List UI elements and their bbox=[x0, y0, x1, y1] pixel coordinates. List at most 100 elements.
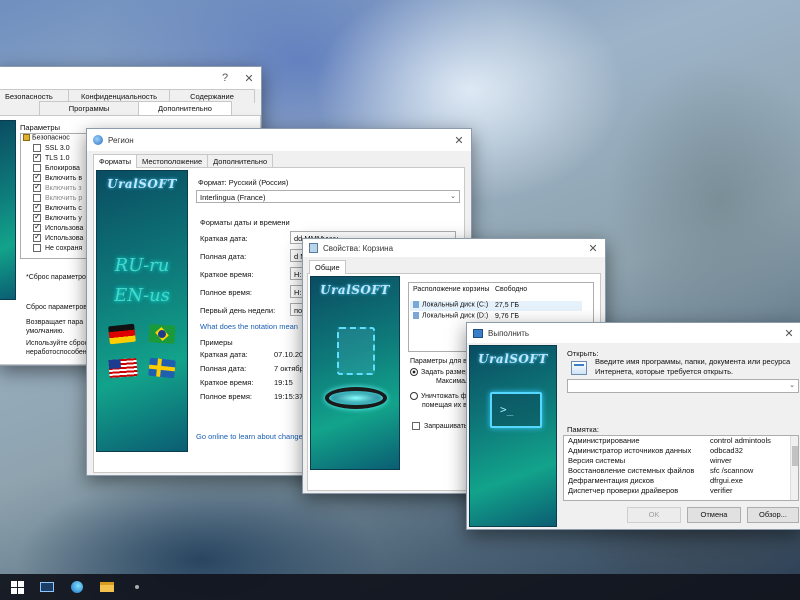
edge-icon[interactable] bbox=[62, 574, 92, 600]
radio-destroy[interactable]: Уничтожать ф bbox=[410, 392, 466, 400]
close-button[interactable]: ✕ bbox=[581, 242, 605, 255]
datetime-formats-label: Форматы даты и времени bbox=[200, 218, 290, 227]
list-item[interactable]: Локальный диск (D:) 9,76 ГБ bbox=[410, 312, 582, 322]
checkbox-enable-3[interactable] bbox=[33, 194, 41, 202]
tab-programs[interactable]: Программы bbox=[39, 101, 139, 115]
monitor-icon[interactable] bbox=[32, 574, 62, 600]
example-long-date-label: Полная дата: bbox=[200, 364, 247, 373]
checkbox-use-1[interactable] bbox=[33, 222, 41, 232]
radio-empty-icon[interactable] bbox=[410, 392, 418, 400]
scrollbar[interactable] bbox=[790, 436, 798, 500]
brazil-flag-icon bbox=[148, 324, 176, 344]
tab-formats[interactable]: Форматы bbox=[93, 154, 138, 168]
params-label: Параметры для вы bbox=[410, 358, 472, 365]
lock-icon bbox=[23, 134, 30, 141]
format-select[interactable]: Interlingua (France) ⌄ bbox=[196, 190, 460, 203]
tree-item[interactable]: Включить в bbox=[21, 172, 87, 184]
col-free[interactable]: Свободно bbox=[495, 286, 527, 293]
reset-title: Сброс параметров bbox=[26, 304, 87, 311]
checkbox-tls10[interactable] bbox=[33, 152, 41, 162]
list-item[interactable]: Дефрагментация дисков dfrgui.exe bbox=[564, 476, 798, 486]
browse-button[interactable]: Обзор... bbox=[747, 507, 799, 523]
list-item[interactable]: Администрирование control admintools bbox=[564, 436, 798, 446]
drive-icon bbox=[413, 312, 419, 319]
uralsoft-logo: UralSOFT bbox=[107, 177, 177, 191]
recycle-banner: UralSOFT bbox=[310, 276, 400, 470]
sweden-flag-icon bbox=[148, 357, 176, 379]
internet-options-titlebar[interactable]: ? ✕ bbox=[0, 67, 261, 89]
tree-item[interactable]: Не сохраня bbox=[21, 244, 87, 254]
list-item[interactable]: Версия системы winver bbox=[564, 456, 798, 466]
checkbox-enable-2[interactable] bbox=[33, 182, 41, 192]
example-short-time-label: Краткое время: bbox=[200, 378, 254, 387]
restart-note: *Сброс параметров bbox=[26, 274, 90, 281]
germany-flag-icon bbox=[108, 323, 136, 345]
confirm-checkbox[interactable]: Запрашивать п bbox=[412, 422, 473, 430]
ok-button[interactable]: OK bbox=[627, 507, 681, 523]
reset-desc-3: Используйте сброс bbox=[26, 340, 89, 347]
banner-text-en: EN-us bbox=[114, 285, 170, 306]
memo-label: Памятка: bbox=[567, 425, 599, 434]
taskbar bbox=[0, 574, 800, 600]
windows-start-icon[interactable] bbox=[2, 574, 32, 600]
tree-item[interactable]: Блокирова bbox=[21, 164, 87, 174]
close-button[interactable]: ✕ bbox=[777, 327, 800, 340]
close-button[interactable]: ✕ bbox=[237, 72, 261, 85]
example-long-date-value: 7 октябр bbox=[274, 364, 304, 373]
checkbox-block[interactable] bbox=[33, 164, 41, 172]
chevron-down-icon[interactable]: ⌄ bbox=[789, 381, 795, 389]
region-titlebar[interactable]: Регион ✕ bbox=[87, 129, 471, 151]
example-short-time-value: 19:15 bbox=[274, 378, 293, 387]
list-item[interactable]: Администратор источников данных odbcad32 bbox=[564, 446, 798, 456]
tree-item[interactable]: Использова bbox=[21, 232, 87, 244]
checkbox-enable-1[interactable] bbox=[33, 172, 41, 182]
examples-label: Примеры bbox=[200, 338, 233, 347]
list-item[interactable]: Восстановление системных файлов sfc /scan… bbox=[564, 466, 798, 476]
run-title: Выполнить bbox=[488, 328, 530, 338]
store-icon[interactable] bbox=[122, 574, 152, 600]
close-button[interactable]: ✕ bbox=[447, 134, 471, 147]
radio-set-size[interactable]: Задать размер bbox=[410, 368, 469, 376]
long-date-label: Полная дата: bbox=[200, 252, 247, 261]
destroy-desc: помещая их в к bbox=[422, 402, 472, 409]
online-link[interactable]: Go online to learn about change bbox=[196, 432, 303, 441]
checkbox-enable-4[interactable] bbox=[33, 202, 41, 212]
tree-item[interactable]: Включить с bbox=[21, 202, 87, 214]
file-explorer-icon[interactable] bbox=[92, 574, 122, 600]
example-long-time-label: Полное время: bbox=[200, 392, 252, 401]
format-label: Формат: Русский (Россия) bbox=[198, 178, 289, 187]
cancel-button[interactable]: Отмена bbox=[687, 507, 741, 523]
tree-item[interactable]: TLS 1.0 bbox=[21, 152, 87, 164]
checkbox-no-save[interactable] bbox=[33, 244, 41, 252]
checkbox-enable-5[interactable] bbox=[33, 212, 41, 222]
list-item[interactable]: Локальный диск (C:) 27,5 ГБ bbox=[410, 301, 582, 311]
tab-advanced[interactable]: Дополнительно bbox=[138, 101, 232, 115]
tree-item: Безопаснос bbox=[21, 134, 87, 144]
tab-location[interactable]: Местоположение bbox=[136, 154, 209, 168]
run-titlebar[interactable]: Выполнить ✕ bbox=[467, 323, 800, 343]
memo-list[interactable]: Администрирование control admintools Адми… bbox=[563, 435, 799, 501]
tab-general[interactable]: Общие bbox=[309, 260, 346, 274]
help-button[interactable]: ? bbox=[213, 72, 237, 84]
drive-icon bbox=[413, 301, 419, 308]
tree-item[interactable]: Использова bbox=[21, 222, 87, 234]
checkbox-use-2[interactable] bbox=[33, 232, 41, 242]
radio-selected-icon[interactable] bbox=[410, 368, 418, 376]
reset-desc-2: умолчанию. bbox=[26, 328, 65, 335]
recycle-titlebar[interactable]: Свойства: Корзина ✕ bbox=[303, 239, 605, 257]
open-input[interactable]: ⌄ bbox=[567, 379, 799, 393]
tree-item[interactable]: SSL 3.0 bbox=[21, 144, 87, 154]
tree-item[interactable]: Включить з bbox=[21, 182, 87, 194]
list-item[interactable]: Диспетчер проверки драйверов verifier bbox=[564, 486, 798, 496]
checkbox-ssl3[interactable] bbox=[33, 144, 41, 152]
run-description: Введите имя программы, папки, документа … bbox=[595, 357, 791, 376]
notation-link[interactable]: What does the notation mean bbox=[200, 322, 298, 331]
tree-item[interactable]: Включить р bbox=[21, 194, 87, 204]
checkbox-confirm[interactable] bbox=[412, 422, 420, 430]
col-location[interactable]: Расположение корзины bbox=[413, 286, 489, 293]
tab-advanced[interactable]: Дополнительно bbox=[207, 154, 274, 168]
params-label: Параметры bbox=[20, 123, 60, 132]
example-short-date-label: Краткая дата: bbox=[200, 350, 248, 359]
settings-tree: Безопаснос SSL 3.0 TLS 1.0 Блокирова Вкл… bbox=[20, 133, 88, 259]
tree-item[interactable]: Включить у bbox=[21, 212, 87, 224]
